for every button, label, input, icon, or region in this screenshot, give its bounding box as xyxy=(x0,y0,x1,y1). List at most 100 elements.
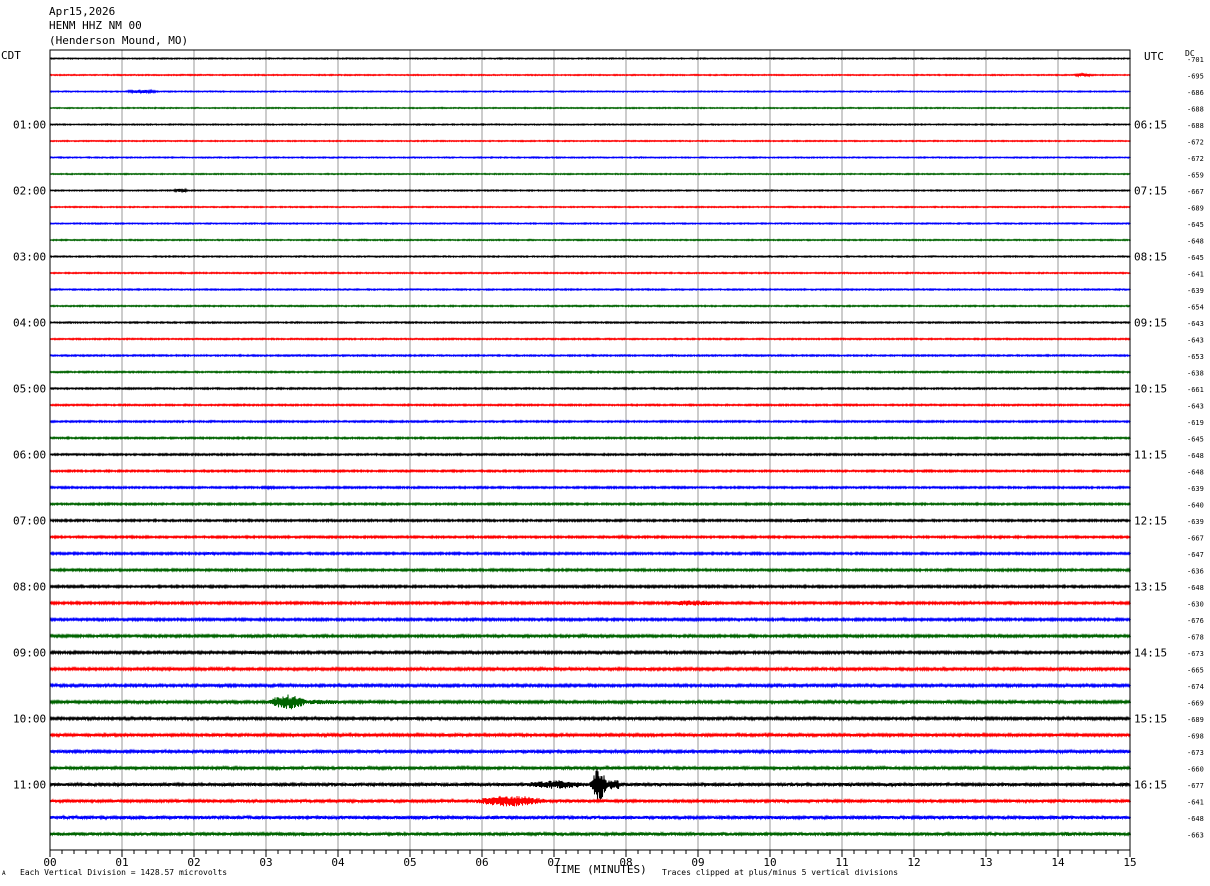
dc-offset-label: -654 xyxy=(1187,304,1204,312)
seismic-trace xyxy=(49,665,1131,673)
left-hour-label: 09:00 xyxy=(13,647,46,660)
seismic-trace xyxy=(49,484,1131,491)
dc-offset-label: -695 xyxy=(1187,73,1204,81)
trace-group xyxy=(49,56,1131,838)
dc-offset-label: -638 xyxy=(1187,370,1204,378)
right-hour-label: 14:15 xyxy=(1134,647,1167,660)
seismic-trace xyxy=(49,649,1131,656)
minute-gridlines xyxy=(121,50,1059,850)
x-tick-label: 03 xyxy=(259,856,272,869)
right-hour-label: 07:15 xyxy=(1134,185,1167,198)
seismic-trace xyxy=(49,533,1131,540)
footer-mark: A xyxy=(2,870,6,877)
left-hour-label: 03:00 xyxy=(13,251,46,264)
seismic-trace xyxy=(49,386,1131,391)
dc-offset-label: -667 xyxy=(1187,188,1204,196)
dc-offset-label: -648 xyxy=(1187,469,1204,477)
dc-offset-label: -639 xyxy=(1187,485,1204,493)
dc-offset-label: -647 xyxy=(1187,551,1204,559)
seismic-trace xyxy=(49,353,1131,358)
seismic-trace xyxy=(49,616,1131,623)
right-timezone: UTC xyxy=(1144,50,1164,63)
seismic-trace xyxy=(49,287,1131,292)
dc-offset-label: -619 xyxy=(1187,419,1204,427)
dc-offset-label: -630 xyxy=(1187,601,1204,609)
left-hour-label: 01:00 xyxy=(13,119,46,132)
seismic-trace xyxy=(49,768,1131,800)
seismic-trace xyxy=(49,682,1131,689)
seismic-trace xyxy=(49,337,1131,341)
left-hour-label: 02:00 xyxy=(13,185,46,198)
dc-offset-label: -660 xyxy=(1187,766,1204,774)
x-tick-label: 13 xyxy=(979,856,992,869)
seismic-trace xyxy=(49,715,1131,722)
left-hour-label: 04:00 xyxy=(13,317,46,330)
plot-frame xyxy=(49,49,1131,851)
left-hour-label: 05:00 xyxy=(13,383,46,396)
seismic-trace xyxy=(49,583,1131,590)
x-tick-label: 05 xyxy=(403,856,416,869)
seismic-trace xyxy=(49,567,1131,573)
seismic-trace xyxy=(49,402,1131,408)
clipping-note: Traces clipped at plus/minus 5 vertical … xyxy=(662,868,899,877)
dc-offset-label: -643 xyxy=(1187,403,1204,411)
left-hour-label: 06:00 xyxy=(13,449,46,462)
right-hour-label: 09:15 xyxy=(1134,317,1167,330)
station-location: (Henderson Mound, MO) xyxy=(49,34,189,47)
left-hour-label: 11:00 xyxy=(13,779,46,792)
seismic-trace xyxy=(49,205,1131,209)
axes-group: -701-695-686-688-688-672-672-659-667-689… xyxy=(13,49,1204,869)
dc-offset-label: -688 xyxy=(1187,106,1204,114)
right-hour-label: 11:15 xyxy=(1134,449,1167,462)
dc-offset-label: -648 xyxy=(1187,815,1204,823)
dc-offset-label: -686 xyxy=(1187,89,1204,97)
dc-offset-label: -648 xyxy=(1187,452,1204,460)
seismic-trace xyxy=(49,501,1131,507)
right-hour-label: 13:15 xyxy=(1134,581,1167,594)
x-tick-label: 12 xyxy=(907,856,920,869)
seismic-trace xyxy=(49,452,1131,457)
x-tick-label: 06 xyxy=(475,856,488,869)
seismic-trace xyxy=(49,517,1131,524)
dc-offset-label: -643 xyxy=(1187,337,1204,345)
seismic-trace xyxy=(49,71,1131,78)
seismic-trace xyxy=(49,304,1131,308)
x-tick-label: 04 xyxy=(331,856,345,869)
dc-offset-label: -667 xyxy=(1187,535,1204,543)
dc-offset-label: -645 xyxy=(1187,254,1204,262)
dc-offset-label: -645 xyxy=(1187,221,1204,229)
dc-offset-label: -688 xyxy=(1187,122,1204,130)
seismic-trace xyxy=(49,320,1131,325)
right-hour-label: 16:15 xyxy=(1134,779,1167,792)
dc-offset-label: -674 xyxy=(1187,683,1204,691)
seismic-trace xyxy=(49,221,1131,226)
right-hour-label: 06:15 xyxy=(1134,119,1167,132)
dc-offset-label: -676 xyxy=(1187,617,1204,625)
x-axis-title: TIME (MINUTES) xyxy=(554,863,647,876)
x-tick-label: 15 xyxy=(1123,856,1136,869)
dc-offset-label: -636 xyxy=(1187,568,1204,576)
seismic-trace xyxy=(49,435,1131,441)
seismic-trace xyxy=(49,88,1131,95)
right-hour-label: 12:15 xyxy=(1134,515,1167,528)
left-timezone: CDT xyxy=(1,49,21,62)
dc-offset-label: -689 xyxy=(1187,716,1204,724)
dc-offset-label: -669 xyxy=(1187,700,1204,708)
seismic-trace xyxy=(49,814,1131,821)
seismic-trace xyxy=(49,172,1131,176)
seismic-trace xyxy=(49,632,1131,640)
dc-offset-label: -643 xyxy=(1187,320,1204,328)
seismic-trace xyxy=(49,599,1131,607)
dc-offset-label: -677 xyxy=(1187,782,1204,790)
seismic-trace xyxy=(49,155,1131,160)
dc-offset-label: -672 xyxy=(1187,139,1204,147)
seismic-trace xyxy=(49,550,1131,557)
dc-offset-label: -653 xyxy=(1187,353,1204,361)
dc-offset-label: -639 xyxy=(1187,518,1204,526)
seismic-trace xyxy=(49,694,1131,710)
dc-offset-label: -663 xyxy=(1187,832,1204,840)
left-hour-label: 08:00 xyxy=(13,581,46,594)
right-hour-label: 10:15 xyxy=(1134,383,1167,396)
seismic-trace xyxy=(49,419,1131,424)
seismic-trace xyxy=(49,122,1131,127)
